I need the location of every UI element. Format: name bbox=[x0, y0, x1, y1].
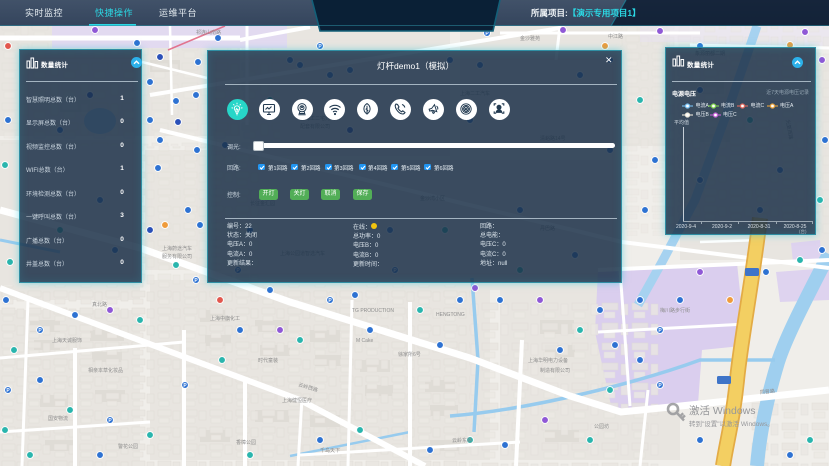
svg-text:HENGTONG: HENGTONG bbox=[436, 312, 465, 318]
svg-text:徐家所6号: 徐家所6号 bbox=[398, 351, 421, 358]
svg-text:金沙雅苑: 金沙雅苑 bbox=[520, 35, 540, 42]
svg-text:M Cake: M Cake bbox=[356, 338, 373, 344]
svg-text:公园坊: 公园坊 bbox=[594, 423, 609, 430]
svg-text:服务有限公司: 服务有限公司 bbox=[162, 253, 192, 260]
svg-text:香樟公园: 香樟公园 bbox=[236, 439, 256, 446]
svg-text:云岭东路: 云岭东路 bbox=[452, 437, 472, 444]
svg-text:上海蔚途汽车: 上海蔚途汽车 bbox=[162, 245, 192, 252]
svg-text:TG PRODUCTION: TG PRODUCTION bbox=[352, 308, 394, 314]
svg-text:上海天诚服饰: 上海天诚服饰 bbox=[52, 337, 82, 344]
svg-text:制造有限公司: 制造有限公司 bbox=[540, 367, 570, 374]
svg-text:真北路: 真北路 bbox=[92, 301, 107, 308]
svg-text:相亲本草化妆品: 相亲本草化妆品 bbox=[88, 367, 123, 374]
svg-text:上海华明电力设备: 上海华明电力设备 bbox=[528, 357, 568, 364]
svg-text:国安物流: 国安物流 bbox=[48, 415, 68, 422]
svg-text:警花公园: 警花公园 bbox=[118, 443, 138, 450]
svg-text:时代童装: 时代童装 bbox=[258, 357, 278, 364]
svg-text:千岛天下: 千岛天下 bbox=[320, 447, 340, 454]
svg-text:上海中旗化工: 上海中旗化工 bbox=[210, 315, 240, 322]
svg-text:上海健恒医疗: 上海健恒医疗 bbox=[282, 397, 312, 404]
svg-text:梅川路步行街: 梅川路步行街 bbox=[660, 307, 690, 314]
